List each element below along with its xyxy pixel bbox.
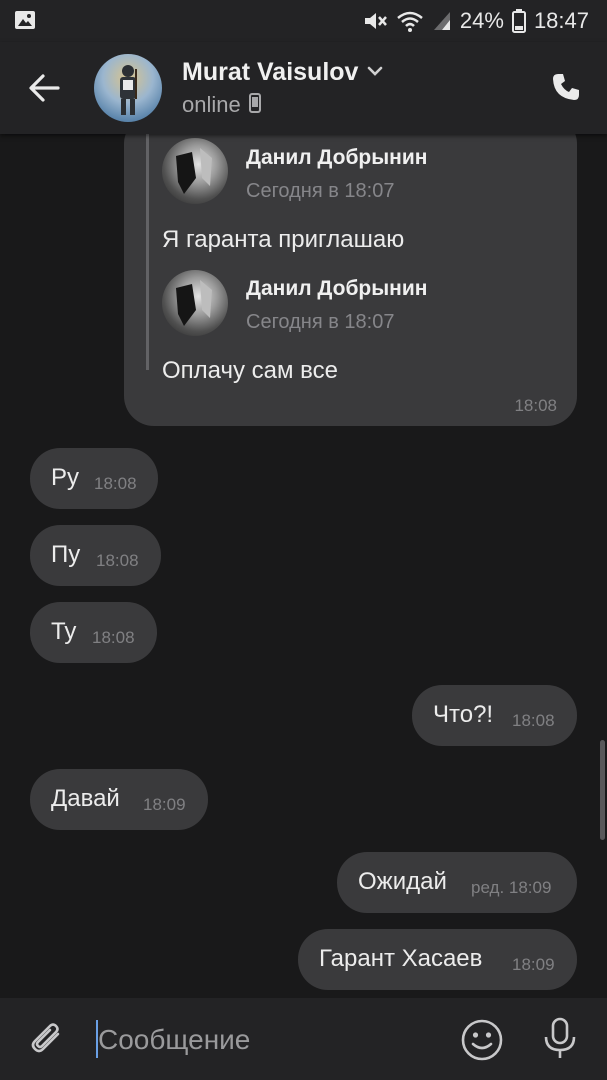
signal-icon (432, 10, 452, 32)
message-composer: Сообщение (0, 998, 607, 1080)
forwarded-date: Сегодня в 18:07 (246, 311, 395, 333)
message-text: Ту (51, 618, 77, 645)
gallery-notification-icon (14, 10, 36, 35)
outgoing-message[interactable]: Что?! 18:08 (412, 685, 577, 746)
message-time: 18:08 (96, 551, 139, 570)
mute-icon (362, 9, 388, 33)
forwarded-author-name[interactable]: Данил Добрынин (246, 146, 427, 170)
incoming-message[interactable]: Давай 18:09 (30, 769, 208, 830)
mobile-device-icon (248, 92, 261, 118)
message-time: 18:08 (514, 396, 557, 415)
wifi-icon (396, 9, 424, 33)
forward-indicator-line (146, 134, 149, 370)
message-input[interactable]: Сообщение (98, 1024, 250, 1056)
message-time: ред. 18:09 (471, 878, 552, 897)
battery-percent: 24% (459, 8, 504, 33)
online-status: online (182, 92, 241, 117)
message-text: Ру (51, 464, 80, 491)
message-time: 18:08 (94, 474, 137, 493)
message-text: Давай (51, 785, 120, 812)
chat-header: Murat Vaisulov online (0, 42, 607, 134)
message-time: 18:09 (512, 955, 555, 974)
back-arrow-icon[interactable] (26, 70, 62, 111)
paperclip-icon[interactable] (28, 1020, 66, 1065)
forwarded-author-avatar[interactable] (162, 138, 228, 204)
message-time: 18:08 (92, 628, 135, 647)
microphone-icon[interactable] (540, 1016, 580, 1067)
contact-status-row: online (182, 92, 261, 118)
message-text: Что?! (433, 701, 494, 728)
message-time: 18:08 (512, 711, 555, 730)
incoming-message[interactable]: Ру 18:08 (30, 448, 158, 509)
outgoing-message[interactable]: Гарант Хасаев 18:09 (298, 929, 577, 990)
forwarded-message-bubble[interactable]: Данил Добрынин Сегодня в 18:07 Я гаранта… (124, 134, 577, 426)
forwarded-date: Сегодня в 18:07 (246, 180, 395, 202)
message-text: Ожидай (358, 868, 447, 895)
forwarded-author-avatar[interactable] (162, 270, 228, 336)
forwarded-author-name[interactable]: Данил Добрынин (246, 277, 427, 301)
outgoing-message[interactable]: Ожидай ред. 18:09 (337, 852, 577, 913)
scrollbar[interactable] (600, 740, 605, 840)
message-time: 18:09 (143, 795, 186, 814)
contact-name: Murat Vaisulov (182, 58, 359, 86)
contact-avatar[interactable] (94, 54, 162, 122)
forwarded-text: Оплачу сам все (162, 357, 339, 384)
message-list[interactable]: Данил Добрынин Сегодня в 18:07 Я гаранта… (0, 134, 607, 998)
message-text: Гарант Хасаев (319, 945, 483, 972)
incoming-message[interactable]: Ту 18:08 (30, 602, 157, 663)
battery-icon (511, 9, 526, 33)
forwarded-text: Я гаранта приглашаю (162, 226, 405, 253)
chevron-down-icon (366, 64, 384, 82)
phone-call-icon[interactable] (551, 72, 581, 107)
emoji-icon[interactable] (460, 1018, 504, 1067)
message-text: Пу (51, 541, 81, 568)
clock: 18:47 (533, 8, 589, 33)
status-bar: 24% 18:47 (0, 0, 607, 42)
incoming-message[interactable]: Пу 18:08 (30, 525, 161, 586)
contact-name-row[interactable]: Murat Vaisulov (182, 58, 384, 87)
